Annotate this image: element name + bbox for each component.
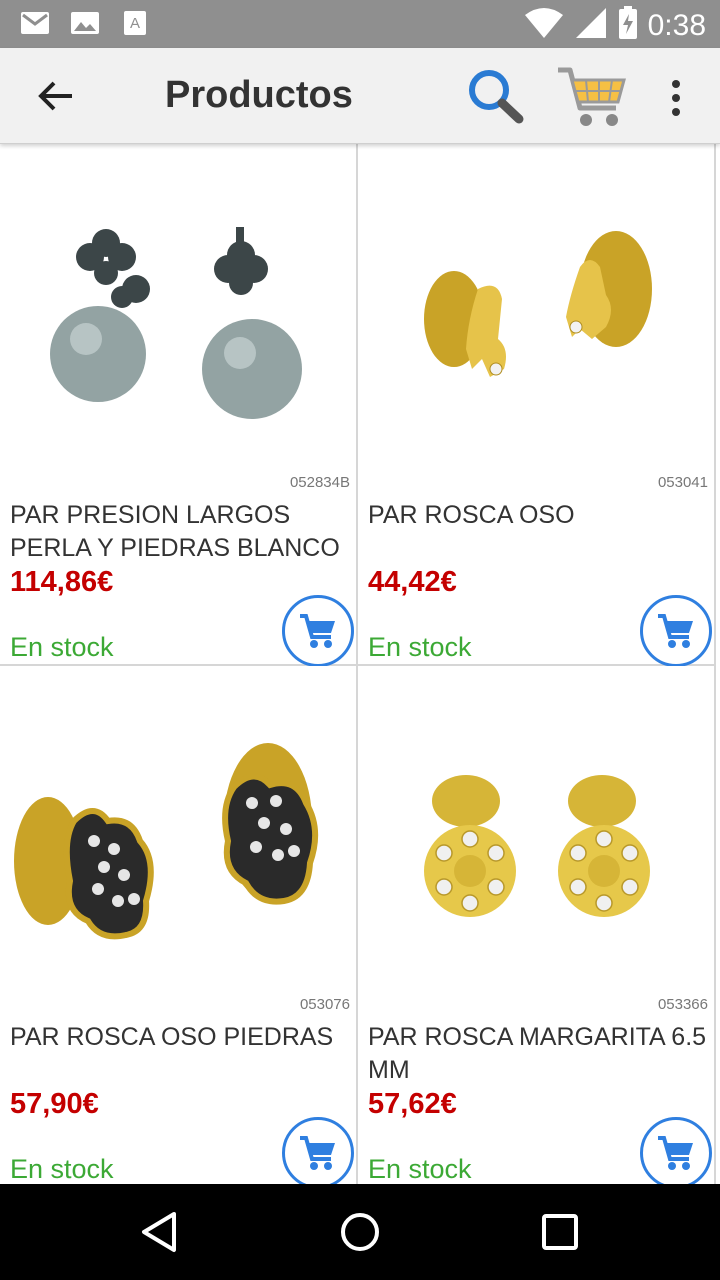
product-card[interactable]: 053366 PAR ROSCA MARGARITA 6.5 MM 57,62€… (358, 666, 716, 1184)
font-download-icon: A (120, 10, 150, 36)
more-vert-icon (672, 80, 680, 88)
product-name[interactable]: PAR PRESION LARGOS PERLA Y PIEDRAS BLANC… (10, 499, 360, 567)
add-shopping-cart-icon (658, 614, 693, 648)
add-to-cart-button[interactable] (282, 1117, 354, 1184)
cart-button[interactable] (554, 62, 634, 132)
back-triangle-icon (142, 1212, 176, 1252)
product-image[interactable] (0, 184, 356, 474)
svg-text:A: A (130, 15, 140, 32)
add-shopping-cart-icon (658, 1136, 693, 1170)
product-code: 052834B (289, 474, 350, 491)
wifi-icon (524, 7, 564, 44)
status-bar: A 0:38 (0, 0, 720, 48)
product-name[interactable]: PAR ROSCA MARGARITA 6.5 MM (368, 1021, 718, 1089)
product-image[interactable] (358, 706, 714, 996)
add-shopping-cart-icon (300, 1136, 335, 1170)
arrow-back-icon (38, 81, 72, 111)
clock: 0:38 (647, 8, 706, 42)
product-price: 114,86€ (10, 566, 114, 598)
product-card[interactable]: 052834B PAR PRESION LARGOS PERLA Y PIEDR… (0, 144, 360, 667)
home-circle-icon (341, 1213, 379, 1251)
shopping-cart-icon (558, 67, 626, 126)
add-to-cart-button[interactable] (640, 1117, 712, 1184)
product-price: 57,90€ (10, 1088, 99, 1120)
nav-recents-button[interactable] (536, 1208, 584, 1256)
cell-signal-icon (574, 7, 608, 44)
product-image[interactable] (358, 184, 714, 474)
stock-status: En stock (10, 632, 114, 662)
product-card[interactable]: 053041 PAR ROSCA OSO 44,42€ En stock (358, 144, 718, 667)
product-code: 053076 (299, 996, 350, 1013)
product-price: 44,42€ (368, 566, 457, 598)
photo-icon (70, 10, 100, 36)
system-nav-bar (0, 1184, 720, 1280)
more-options-button[interactable] (650, 70, 702, 126)
product-code: 053041 (657, 474, 708, 491)
product-card[interactable]: 053076 PAR ROSCA OSO PIEDRAS 57,90€ En s… (0, 666, 358, 1184)
nav-back-button[interactable] (136, 1208, 184, 1256)
recents-square-icon (542, 1214, 578, 1250)
product-name[interactable]: PAR ROSCA OSO PIEDRAS (10, 1021, 360, 1089)
app-bar: Productos (0, 48, 720, 144)
stock-status: En stock (10, 1154, 114, 1184)
back-button[interactable] (24, 70, 88, 122)
search-icon (469, 70, 524, 124)
add-to-cart-button[interactable] (282, 595, 354, 667)
page-title: Productos (165, 74, 353, 116)
product-list[interactable]: 052834B PAR PRESION LARGOS PERLA Y PIEDR… (0, 144, 720, 1184)
search-button[interactable] (462, 64, 532, 130)
stock-status: En stock (368, 632, 472, 662)
add-to-cart-button[interactable] (640, 595, 712, 667)
product-image[interactable] (0, 706, 356, 996)
product-code: 053366 (657, 996, 708, 1013)
add-shopping-cart-icon (300, 614, 335, 648)
battery-charging-icon (618, 6, 638, 45)
nav-home-button[interactable] (336, 1208, 384, 1256)
stock-status: En stock (368, 1154, 472, 1184)
product-name[interactable]: PAR ROSCA OSO (368, 499, 718, 567)
gmail-icon (20, 10, 50, 36)
product-price: 57,62€ (368, 1088, 457, 1120)
